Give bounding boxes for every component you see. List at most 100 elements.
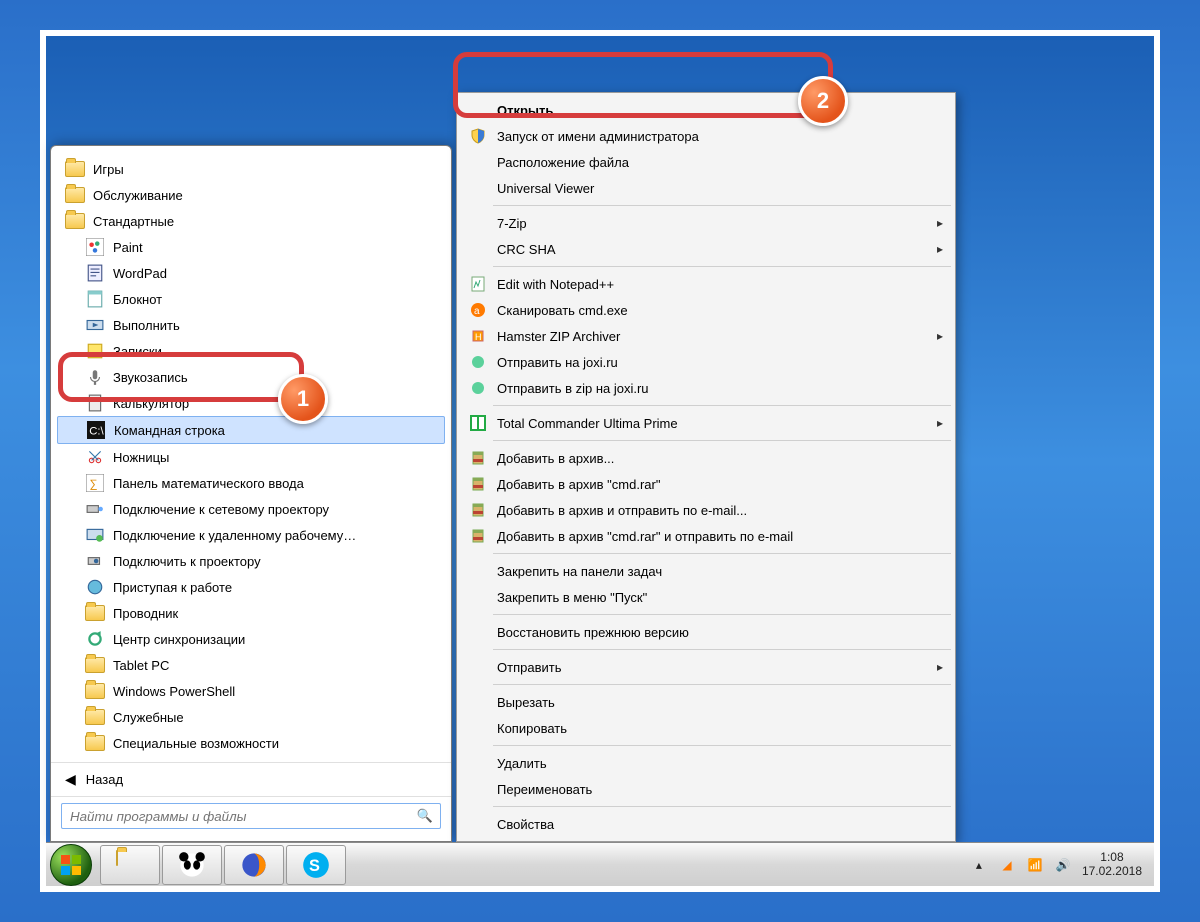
- start-button[interactable]: [50, 844, 92, 886]
- ctx-закрепить-на-панели-задач[interactable]: Закрепить на панели задач: [459, 558, 953, 584]
- ctx-label: Добавить в архив и отправить по e-mail..…: [497, 503, 747, 518]
- task-explorer[interactable]: [100, 845, 160, 885]
- app-calculator[interactable]: Калькулятор: [51, 390, 451, 416]
- ctx-7-zip[interactable]: 7-Zip: [459, 210, 953, 236]
- app-wordpad[interactable]: WordPad: [51, 260, 451, 286]
- ctx-crc-sha[interactable]: CRC SHA: [459, 236, 953, 262]
- task-skype[interactable]: S: [286, 845, 346, 885]
- ctx-запуск-от-имени-администратора[interactable]: Запуск от имени администратора: [459, 123, 953, 149]
- app-command-prompt[interactable]: C:\Командная строка: [57, 416, 445, 444]
- rdp-icon: [85, 525, 105, 545]
- tray-chevron-icon[interactable]: ▴: [970, 856, 988, 874]
- ctx-переименовать[interactable]: Переименовать: [459, 776, 953, 802]
- app-run[interactable]: Выполнить: [51, 312, 451, 338]
- search-input[interactable]: [61, 803, 441, 829]
- ctx-удалить[interactable]: Удалить: [459, 750, 953, 776]
- folder-icon: [85, 655, 105, 675]
- proj-icon: [85, 551, 105, 571]
- app-paint[interactable]: Paint: [51, 234, 451, 260]
- clock[interactable]: 1:08 17.02.2018: [1082, 851, 1142, 877]
- ctx-edit-with-notepad-[interactable]: Edit with Notepad++: [459, 271, 953, 297]
- app-notepad[interactable]: Блокнот: [51, 286, 451, 312]
- label: Выполнить: [113, 318, 180, 333]
- netproj-icon: [85, 499, 105, 519]
- app-math-input[interactable]: ∑Панель математического ввода: [51, 470, 451, 496]
- task-firefox[interactable]: [224, 845, 284, 885]
- ctx-свойства[interactable]: Свойства: [459, 811, 953, 837]
- blank-icon: [465, 692, 491, 712]
- ctx-label: Удалить: [497, 756, 547, 771]
- label: Подключить к проектору: [113, 554, 261, 569]
- label: Paint: [113, 240, 143, 255]
- avast-icon: a: [465, 300, 491, 320]
- folder-icon: [65, 159, 85, 179]
- context-menu: ОткрытьЗапуск от имени администратораРас…: [456, 92, 956, 842]
- ctx-восстановить-прежнюю-версию[interactable]: Восстановить прежнюю версию: [459, 619, 953, 645]
- label: Блокнот: [113, 292, 162, 307]
- ctx-hamster-zip-archiver[interactable]: HHamster ZIP Archiver: [459, 323, 953, 349]
- back-label: Назад: [86, 772, 123, 787]
- ctx-label: Закрепить на панели задач: [497, 564, 662, 579]
- ctx-отправить-на-joxi-ru[interactable]: Отправить на joxi.ru: [459, 349, 953, 375]
- ctx-добавить-в-архив-cmd-rar-[interactable]: Добавить в архив "cmd.rar": [459, 471, 953, 497]
- joxi-icon: [465, 352, 491, 372]
- ctx-добавить-в-архив-и-отправить-по-e-mail-[interactable]: Добавить в архив и отправить по e-mail..…: [459, 497, 953, 523]
- ctx-открыть[interactable]: Открыть: [459, 97, 953, 123]
- task-panda[interactable]: [162, 845, 222, 885]
- ctx-universal-viewer[interactable]: Universal Viewer: [459, 175, 953, 201]
- tray-network-icon[interactable]: 📶: [1026, 856, 1044, 874]
- rar-icon: [465, 474, 491, 494]
- ctx-label: Отправить в zip на joxi.ru: [497, 381, 649, 396]
- ctx-добавить-в-архив-[interactable]: Добавить в архив...: [459, 445, 953, 471]
- folder-standard[interactable]: Стандартные: [51, 208, 451, 234]
- tray-avast-icon[interactable]: ◢: [998, 856, 1016, 874]
- rar-icon: [465, 526, 491, 546]
- folder-system-tools[interactable]: Служебные: [51, 704, 451, 730]
- ctx-расположение-файла[interactable]: Расположение файла: [459, 149, 953, 175]
- ctx-добавить-в-архив-cmd-rar-и-отправить-по-[interactable]: Добавить в архив "cmd.rar" и отправить п…: [459, 523, 953, 549]
- ctx-вырезать[interactable]: Вырезать: [459, 689, 953, 715]
- folder-maintenance[interactable]: Обслуживание: [51, 182, 451, 208]
- svg-text:∑: ∑: [89, 479, 97, 491]
- app-snipping-tool[interactable]: Ножницы: [51, 444, 451, 470]
- ctx-сканировать-cmd-exe[interactable]: a Сканировать cmd.exe: [459, 297, 953, 323]
- ctx-label: 7-Zip: [497, 216, 527, 231]
- folder-icon: [65, 185, 85, 205]
- ctx-копировать[interactable]: Копировать: [459, 715, 953, 741]
- search-icon: 🔍: [417, 808, 433, 824]
- app-getting-started[interactable]: Приступая к работе: [51, 574, 451, 600]
- system-tray: ▴ ◢ 📶 🔊 1:08 17.02.2018: [970, 851, 1150, 877]
- ctx-закрепить-в-меню-пуск-[interactable]: Закрепить в меню "Пуск": [459, 584, 953, 610]
- blank-icon: [465, 718, 491, 738]
- svg-text:S: S: [309, 856, 320, 874]
- folder-powershell[interactable]: Windows PowerShell: [51, 678, 451, 704]
- mic-icon: [85, 367, 105, 387]
- folder-games[interactable]: Игры: [51, 156, 451, 182]
- tray-volume-icon[interactable]: 🔊: [1054, 856, 1072, 874]
- ctx-separator: [493, 440, 951, 441]
- app-sync-center[interactable]: Центр синхронизации: [51, 626, 451, 652]
- ctx-label: Сканировать cmd.exe: [497, 303, 628, 318]
- label: Игры: [93, 162, 124, 177]
- app-network-projector[interactable]: Подключение к сетевому проектору: [51, 496, 451, 522]
- app-sticky-notes[interactable]: Записки: [51, 338, 451, 364]
- ctx-отправить-в-zip-на-joxi-ru[interactable]: Отправить в zip на joxi.ru: [459, 375, 953, 401]
- app-remote-desktop[interactable]: Подключение к удаленному рабочему…: [51, 522, 451, 548]
- hamster-icon: H: [465, 326, 491, 346]
- back-button[interactable]: ◀ Назад: [51, 762, 451, 796]
- wordpad-icon: [85, 263, 105, 283]
- ctx-total-commander-ultima-prime[interactable]: Total Commander Ultima Prime: [459, 410, 953, 436]
- app-connect-projector[interactable]: Подключить к проектору: [51, 548, 451, 574]
- folder-accessibility[interactable]: Специальные возможности: [51, 730, 451, 756]
- app-sound-recorder[interactable]: Звукозапись: [51, 364, 451, 390]
- ctx-отправить[interactable]: Отправить: [459, 654, 953, 680]
- ctx-label: Отправить: [497, 660, 561, 675]
- ctx-separator: [493, 266, 951, 267]
- svg-text:H: H: [475, 332, 482, 342]
- folder-tablet-pc[interactable]: Tablet PC: [51, 652, 451, 678]
- welcome-icon: [85, 577, 105, 597]
- explorer-icon: [85, 603, 105, 623]
- app-explorer[interactable]: Проводник: [51, 600, 451, 626]
- paint-icon: [85, 237, 105, 257]
- blank-icon: [465, 561, 491, 581]
